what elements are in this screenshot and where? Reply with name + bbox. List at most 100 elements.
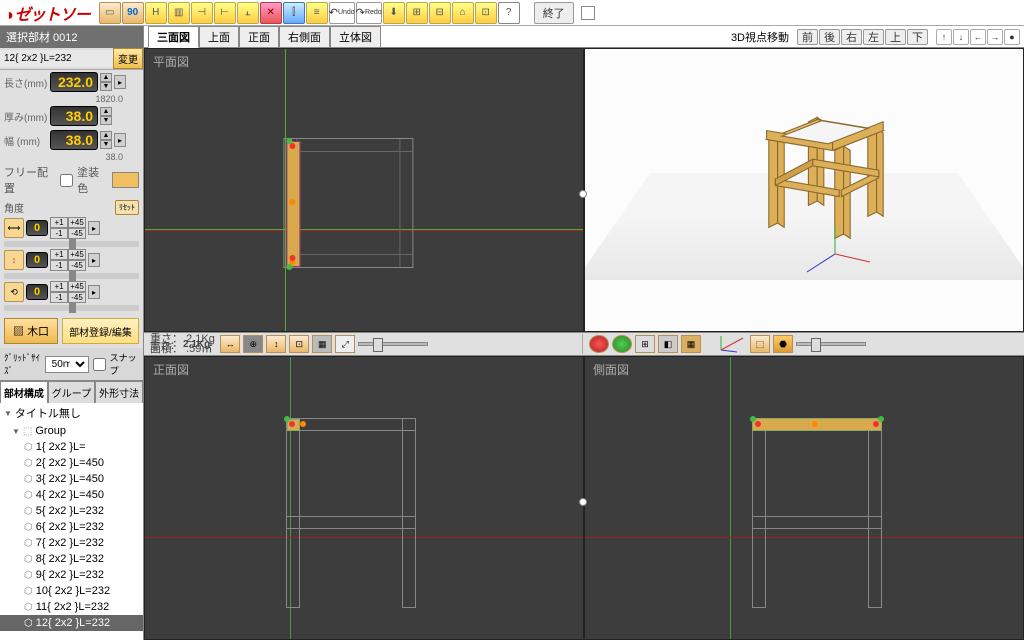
tool-panel2-icon[interactable]: ⊟ <box>429 2 451 24</box>
render-sphere-g[interactable] <box>612 335 632 353</box>
thick-dn[interactable]: ▼ <box>100 116 112 125</box>
vtab-top[interactable]: 上面 <box>199 26 239 48</box>
tool-delete-icon[interactable]: ✕ <box>260 2 282 24</box>
render-solid[interactable]: ◧ <box>658 335 678 353</box>
horiz-m45[interactable]: -45 <box>68 228 86 239</box>
tool-export-icon[interactable]: ⬇ <box>383 2 405 24</box>
thick-value[interactable]: 38.0 <box>50 106 98 126</box>
render-sphere-r[interactable] <box>589 335 609 353</box>
exit-button[interactable]: 終了 <box>534 2 574 24</box>
tool-joint2-icon[interactable]: ⊢ <box>214 2 236 24</box>
free-place-checkbox[interactable] <box>60 174 73 187</box>
mid-btn-3[interactable]: ↕ <box>266 335 286 353</box>
rot-m45[interactable]: -45 <box>68 292 86 303</box>
undo-button[interactable]: ↶Undo <box>329 2 355 24</box>
rot-m1[interactable]: -1 <box>50 292 68 303</box>
rot-more[interactable]: ▸ <box>88 285 100 299</box>
tree-part[interactable]: ⬡10{ 2x2 }L=232 <box>0 583 143 599</box>
v3d-left[interactable]: 左 <box>863 29 884 45</box>
vtab-3view[interactable]: 三面図 <box>148 26 199 48</box>
tree-part[interactable]: ⬡4{ 2x2 }L=450 <box>0 487 143 503</box>
register-button[interactable]: 部材登録/編集 <box>62 318 139 344</box>
v3d-down[interactable]: 下 <box>907 29 928 45</box>
mid-btn-1[interactable]: ↔ <box>220 335 240 353</box>
mid-btn-6[interactable]: ⤢ <box>335 335 355 353</box>
tool-align-icon[interactable]: ⫿ <box>283 2 305 24</box>
v3d-arrow-up[interactable]: ↑ <box>936 29 952 45</box>
view-cube-btn[interactable]: ⬚ <box>750 335 770 353</box>
plan-view-pane[interactable]: 平面図 <box>144 48 584 332</box>
tree-part[interactable]: ⬡5{ 2x2 }L=232 <box>0 503 143 519</box>
vert-m45[interactable]: -45 <box>68 260 86 271</box>
tab-group[interactable]: グループ <box>48 381 96 403</box>
v3d-back[interactable]: 後 <box>819 29 840 45</box>
vert-m1[interactable]: -1 <box>50 260 68 271</box>
mid-btn-2[interactable]: ⊕ <box>243 335 263 353</box>
length-dn[interactable]: ▼ <box>100 82 112 91</box>
mid-btn-4[interactable]: ⊡ <box>289 335 309 353</box>
kiguchi-button[interactable]: ▨ 木口 <box>4 318 58 344</box>
thick-up[interactable]: ▲ <box>100 107 112 116</box>
v3d-arrow-left[interactable]: ← <box>970 29 986 45</box>
redo-button[interactable]: ↷Redo <box>356 2 382 24</box>
view-home-btn[interactable]: ⬣ <box>773 335 793 353</box>
tool-joint3-icon[interactable]: ⫠ <box>237 2 259 24</box>
tool-box-icon[interactable]: ⊡ <box>475 2 497 24</box>
width-more[interactable]: ▸ <box>114 133 126 147</box>
render-wire[interactable]: ⊞ <box>635 335 655 353</box>
tree-part-selected[interactable]: ⬡12{ 2x2 }L=232 <box>0 615 143 631</box>
snap-checkbox[interactable] <box>93 358 106 371</box>
tree-part[interactable]: ⬡2{ 2x2 }L=450 <box>0 455 143 471</box>
tree-part[interactable]: ⬡7{ 2x2 }L=232 <box>0 535 143 551</box>
front-view-pane[interactable]: 正面図 <box>144 356 584 640</box>
v3d-right[interactable]: 右 <box>841 29 862 45</box>
tree-part[interactable]: ⬡11{ 2x2 }L=232 <box>0 599 143 615</box>
zoom-slider-left[interactable] <box>358 342 428 346</box>
tree-part[interactable]: ⬡6{ 2x2 }L=232 <box>0 519 143 535</box>
vert-value[interactable]: 0 <box>26 252 48 268</box>
tool-h-icon[interactable]: H <box>145 2 167 24</box>
tree-part[interactable]: ⬡8{ 2x2 }L=232 <box>0 551 143 567</box>
tool-grid-icon[interactable]: ▥ <box>168 2 190 24</box>
angle-reset[interactable]: ﾘｾｯﾄ <box>115 200 139 215</box>
tool-90-icon[interactable]: 90 <box>122 2 144 24</box>
length-more[interactable]: ▸ <box>114 75 126 89</box>
vtab-3d[interactable]: 立体図 <box>330 26 381 48</box>
width-up[interactable]: ▲ <box>100 131 112 140</box>
help-icon[interactable]: ? <box>498 2 520 24</box>
tool-joint1-icon[interactable]: ⊣ <box>191 2 213 24</box>
grid-size-select[interactable]: 50ｍｍ <box>45 356 89 373</box>
width-value[interactable]: 38.0 <box>50 130 98 150</box>
tree-root[interactable]: ▼タイトル無し <box>0 403 143 423</box>
horiz-m1[interactable]: -1 <box>50 228 68 239</box>
side-view-pane[interactable]: 側面図 <box>584 356 1024 640</box>
horiz-p45[interactable]: +45 <box>68 217 86 228</box>
length-value[interactable]: 232.0 <box>50 72 98 92</box>
tree-group[interactable]: ▼⬚Group <box>0 423 143 439</box>
width-dn[interactable]: ▼ <box>100 140 112 149</box>
v3d-arrow-right[interactable]: → <box>987 29 1003 45</box>
parts-tree[interactable]: ▼タイトル無し ▼⬚Group ⬡1{ 2x2 }L= ⬡2{ 2x2 }L=4… <box>0 403 143 640</box>
length-up[interactable]: ▲ <box>100 73 112 82</box>
horiz-value[interactable]: 0 <box>26 220 48 236</box>
vert-p1[interactable]: +1 <box>50 249 68 260</box>
vert-more[interactable]: ▸ <box>88 253 100 267</box>
vtab-right[interactable]: 右側面 <box>279 26 330 48</box>
v3d-arrow-down[interactable]: ↓ <box>953 29 969 45</box>
tool-panel1-icon[interactable]: ⊞ <box>406 2 428 24</box>
tree-part[interactable]: ⬡3{ 2x2 }L=450 <box>0 471 143 487</box>
tree-part[interactable]: ⬡1{ 2x2 }L= <box>0 439 143 455</box>
tab-dims[interactable]: 外形寸法 <box>95 381 143 403</box>
perspective-view-pane[interactable] <box>584 48 1024 332</box>
vtab-front[interactable]: 正面 <box>239 26 279 48</box>
v3d-center[interactable]: ● <box>1004 29 1020 45</box>
mid-btn-5[interactable]: ▦ <box>312 335 332 353</box>
horiz-more[interactable]: ▸ <box>88 221 100 235</box>
zoom-slider-right[interactable] <box>796 342 866 346</box>
rot-p1[interactable]: +1 <box>50 281 68 292</box>
checkbox-unknown[interactable] <box>581 6 595 20</box>
paint-color-swatch[interactable] <box>112 172 139 188</box>
tool-stack-icon[interactable]: ≡ <box>306 2 328 24</box>
render-tex[interactable]: ▦ <box>681 335 701 353</box>
tool-rect-icon[interactable]: ▭ <box>99 2 121 24</box>
